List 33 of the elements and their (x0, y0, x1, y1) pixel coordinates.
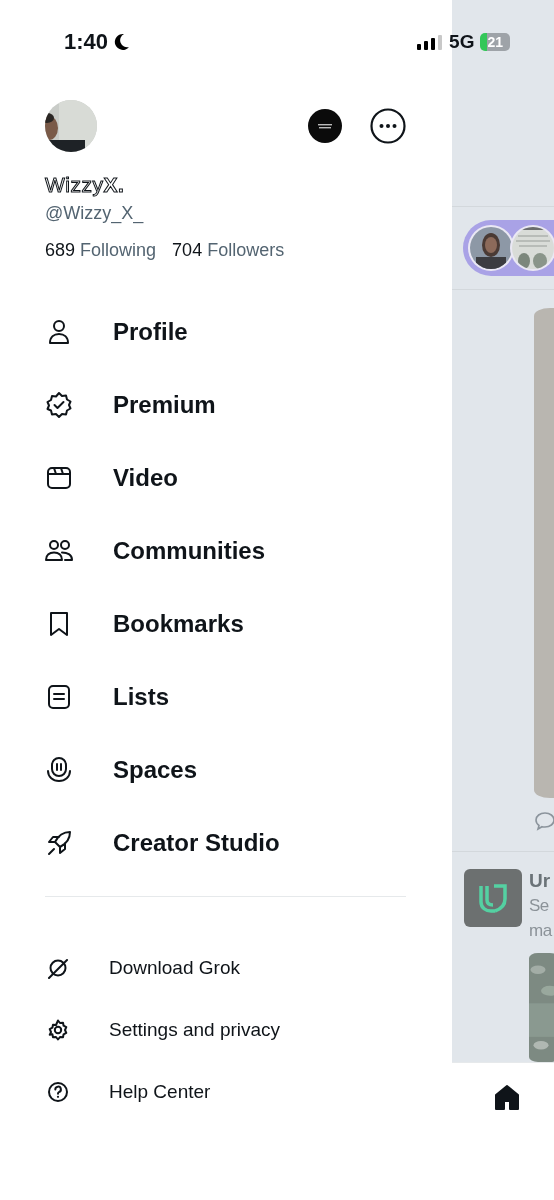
post-text: ma (529, 920, 554, 942)
menu-item[interactable]: Bookmarks (45, 587, 406, 660)
verified-badge-icon (45, 390, 73, 419)
signal-icon (417, 34, 444, 50)
home-icon[interactable] (492, 1083, 522, 1113)
username: @Wizzy_X_ (45, 202, 145, 225)
post-author: Ur (529, 869, 552, 893)
menu-item[interactable]: Premium (45, 368, 406, 441)
menu-item[interactable]: Spaces (45, 733, 406, 806)
menu-item[interactable]: Download Grok (45, 937, 406, 999)
menu-item[interactable]: Settings and privacy (45, 999, 406, 1061)
more-options-icon[interactable] (370, 108, 406, 144)
followers-link[interactable]: 704 Followers (172, 238, 285, 262)
battery-indicator: 21 (480, 33, 510, 51)
menu-item[interactable]: Profile (45, 295, 406, 368)
post-text: Se (529, 895, 550, 917)
rocket-icon (45, 828, 73, 857)
menu-item[interactable]: Help Center (45, 1061, 406, 1123)
microphone-icon (45, 755, 73, 784)
menu-item[interactable]: Communities (45, 514, 406, 587)
slash-circle-icon (47, 957, 69, 979)
settings-icon (47, 1019, 69, 1041)
menu-item[interactable]: Video (45, 441, 406, 514)
menu-item[interactable]: Creator Studio (45, 806, 406, 879)
account-switch-icon[interactable] (308, 109, 342, 143)
help-icon (47, 1081, 69, 1103)
following-link[interactable]: 689 Following (45, 238, 157, 262)
logo-icon (464, 869, 522, 927)
clock: 1:40 (64, 29, 109, 55)
menu-item[interactable]: Lists (45, 660, 406, 733)
list-icon (45, 682, 73, 711)
network-label: 5G (449, 31, 475, 53)
display-name: WizzyX. (45, 172, 125, 198)
